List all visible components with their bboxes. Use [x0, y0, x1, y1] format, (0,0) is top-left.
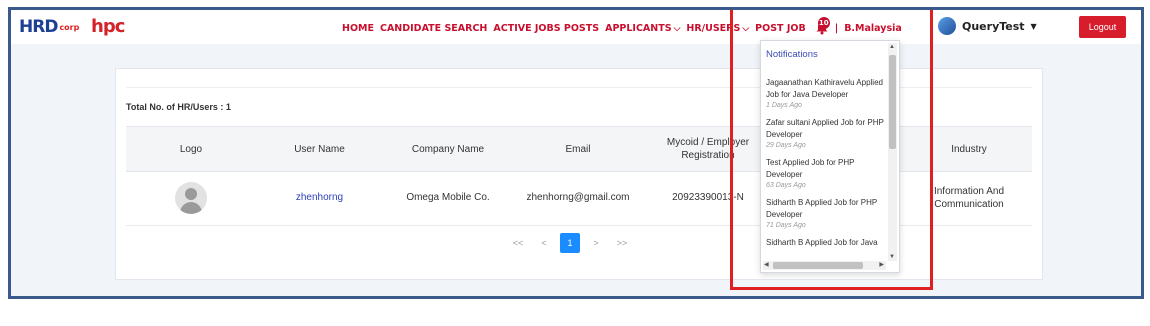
header-mycoid: Mycoid / Employer Registration: [666, 137, 750, 161]
notifications-dropdown[interactable]: Notifications Jagaanathan Kathiravelu Ap…: [760, 40, 900, 273]
page-current-button[interactable]: 1: [560, 233, 580, 253]
nav-candidate-search[interactable]: CANDIDATE SEARCH: [380, 23, 487, 34]
nav-applicants-label: APPLICANTS: [605, 22, 672, 34]
nav-post-job[interactable]: POST JOB: [755, 23, 806, 34]
default-avatar-icon: [175, 181, 207, 214]
caret-down-icon: ▼: [1030, 21, 1037, 31]
username-link[interactable]: zhenhorng: [256, 170, 383, 225]
notification-item[interactable]: Sidharth B Applied Job for Java: [766, 237, 884, 249]
notification-item[interactable]: Test Applied Job for PHP Developer 63 Da…: [766, 157, 884, 189]
vertical-scroll-thumb[interactable]: [889, 55, 896, 149]
notification-time: 1 Days Ago: [766, 102, 802, 109]
notification-text: Zafar sultani Applied Job for PHP Develo…: [766, 118, 884, 139]
nav-hr-users-label: HR/USERS: [686, 22, 741, 34]
notification-item[interactable]: Sidharth B Applied Job for PHP Developer…: [766, 197, 884, 229]
notification-bell-icon[interactable]: 10: [815, 17, 830, 35]
notification-time: 29 Days Ago: [766, 142, 806, 149]
header-logo: Logo: [179, 143, 203, 155]
notification-count-badge: 10: [817, 17, 830, 29]
nav-separator: |: [834, 22, 839, 34]
nav-hr-users[interactable]: HR/USERS ⌵: [686, 23, 749, 34]
page-next-button[interactable]: >: [586, 233, 606, 253]
hrdcorp-logo[interactable]: HRD corp: [19, 17, 79, 37]
email-cell: zhenhorng@gmail.com: [526, 192, 630, 203]
horizontal-scroll-thumb[interactable]: [773, 262, 863, 269]
notification-text: Test Applied Job for PHP Developer: [766, 158, 855, 179]
header-email: Email: [565, 143, 591, 155]
header-company: Company Name: [411, 143, 485, 155]
mycoid-cell: 20923390013-N: [672, 192, 744, 203]
notifications-title: Notifications: [766, 49, 818, 60]
user-menu[interactable]: QueryTest ▼: [938, 17, 1037, 35]
hr-users-card: Total No. of HR/Users : 1 Logo User Name…: [115, 68, 1043, 280]
notifications-list: Jagaanathan Kathiravelu Applied Job for …: [766, 77, 884, 257]
page-last-button[interactable]: >>: [612, 233, 632, 253]
industry-cell: Information And Communication: [933, 185, 1005, 210]
nav-applicants[interactable]: APPLICANTS ⌵: [605, 23, 680, 34]
organization-label: B.Malaysia: [844, 22, 902, 34]
scroll-right-icon[interactable]: ▶: [879, 261, 884, 268]
scroll-left-icon[interactable]: ◀: [764, 261, 769, 268]
user-avatar-icon: [938, 17, 956, 35]
notification-text: Sidharth B Applied Job for Java: [766, 238, 878, 247]
main-nav: HOME CANDIDATE SEARCH ACTIVE JOBS POSTS …: [342, 17, 902, 35]
chevron-down-icon: ⌵: [673, 23, 681, 34]
notification-text: Sidharth B Applied Job for PHP Developer: [766, 198, 878, 219]
vertical-scrollbar[interactable]: ▲ ▼: [888, 43, 897, 261]
notification-time: 63 Days Ago: [766, 182, 806, 189]
scroll-up-icon[interactable]: ▲: [889, 44, 895, 50]
chevron-down-icon: ⌵: [742, 23, 750, 34]
nav-home[interactable]: HOME: [342, 23, 374, 34]
hpc-logo: hpc: [91, 16, 125, 37]
notification-item[interactable]: Jagaanathan Kathiravelu Applied Job for …: [766, 77, 884, 109]
page-first-button[interactable]: <<: [508, 233, 528, 253]
notification-text: Jagaanathan Kathiravelu Applied Job for …: [766, 78, 883, 99]
logout-button[interactable]: Logout: [1079, 16, 1126, 38]
notification-time: 71 Days Ago: [766, 222, 806, 229]
notification-item[interactable]: Zafar sultani Applied Job for PHP Develo…: [766, 117, 884, 149]
page-prev-button[interactable]: <: [534, 233, 554, 253]
header-industry: Industry: [951, 143, 987, 155]
nav-active-jobs[interactable]: ACTIVE JOBS POSTS: [493, 23, 599, 34]
horizontal-scrollbar[interactable]: ◀ ▶: [763, 261, 886, 270]
logo-cell: [126, 170, 256, 225]
user-name: QueryTest: [962, 19, 1025, 33]
app-window: HRD corp hpc HOME CANDIDATE SEARCH ACTIVE…: [8, 7, 1144, 299]
top-navbar: HRD corp hpc HOME CANDIDATE SEARCH ACTIVE…: [11, 10, 1141, 44]
pagination: << < 1 > >>: [508, 233, 632, 253]
total-count-label: Total No. of HR/Users : 1: [126, 102, 231, 112]
company-cell: Omega Mobile Co.: [406, 192, 490, 203]
scroll-down-icon[interactable]: ▼: [889, 254, 895, 260]
header-username: User Name: [294, 143, 345, 155]
